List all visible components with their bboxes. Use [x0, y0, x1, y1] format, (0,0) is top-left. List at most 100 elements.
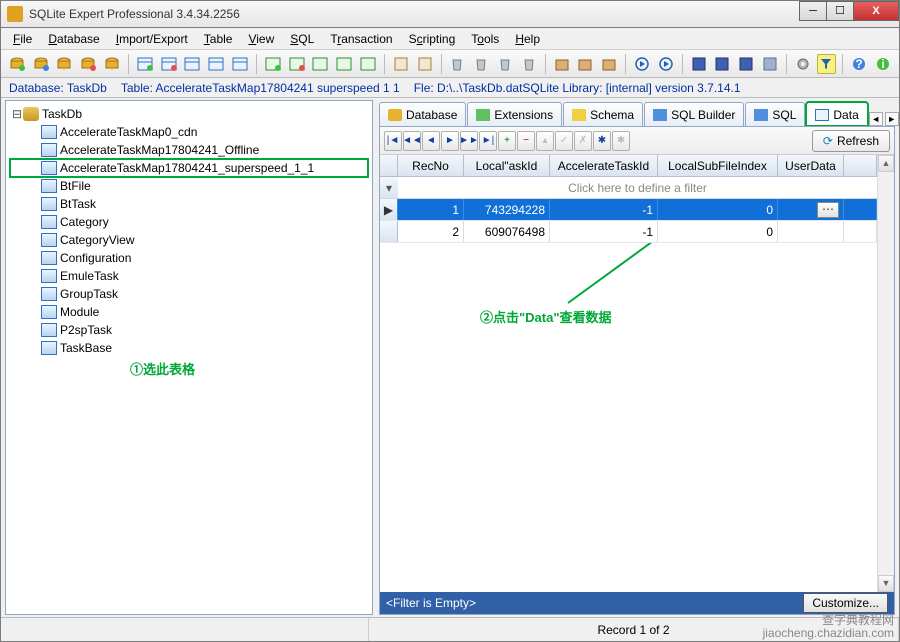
toolbar-trash3-icon[interactable] — [495, 54, 515, 74]
tree-item[interactable]: CategoryView — [10, 231, 368, 249]
toolbar-disk2-icon[interactable] — [712, 54, 732, 74]
maximize-button[interactable]: ☐ — [826, 1, 854, 21]
tab-scroll-left[interactable]: ◄ — [869, 112, 883, 126]
tree-item[interactable]: AccelerateTaskMap17804241_superspeed_1_1 — [10, 159, 368, 177]
nav-next-page[interactable]: ►► — [460, 131, 478, 151]
nav-insert[interactable]: + — [498, 131, 516, 151]
toolbar-db5-icon[interactable] — [102, 54, 122, 74]
toolbar-view3-icon[interactable] — [311, 54, 331, 74]
toolbar-misc2-icon[interactable] — [415, 54, 435, 74]
minimize-button[interactable]: ─ — [799, 1, 827, 21]
toolbar-pkg2-icon[interactable] — [575, 54, 595, 74]
data-row[interactable]: ▶ 1 743294228 -1 0 ⋯ — [380, 199, 877, 221]
nav-next[interactable]: ► — [441, 131, 459, 151]
nav-prev[interactable]: ◄ — [422, 131, 440, 151]
tab-extensions[interactable]: Extensions — [467, 102, 562, 126]
toolbar-db3-icon[interactable] — [55, 54, 75, 74]
menu-transaction[interactable]: Transaction — [322, 30, 400, 48]
nav-delete[interactable]: − — [517, 131, 535, 151]
nav-first[interactable]: |◄ — [384, 131, 402, 151]
toolbar-trash1-icon[interactable] — [447, 54, 467, 74]
toolbar-view2-icon[interactable] — [287, 54, 307, 74]
toolbar-tbl5-icon[interactable] — [230, 54, 250, 74]
toolbar-view5-icon[interactable] — [358, 54, 378, 74]
nav-post[interactable]: ✓ — [555, 131, 573, 151]
col-acceleratetaskid[interactable]: AccelerateTaskId — [550, 155, 658, 176]
col-localsubfileindex[interactable]: LocalSubFileIndex — [658, 155, 778, 176]
col-userdata[interactable]: UserData — [778, 155, 844, 176]
toolbar-pkg1-icon[interactable] — [552, 54, 572, 74]
toolbar-info-icon[interactable]: i — [873, 54, 893, 74]
tree-item[interactable]: Module — [10, 303, 368, 321]
menu-sql[interactable]: SQL — [282, 30, 322, 48]
tab-sql-builder[interactable]: SQL Builder — [644, 102, 744, 126]
toolbar-trash2-icon[interactable] — [471, 54, 491, 74]
nav-last[interactable]: ►| — [479, 131, 497, 151]
menu-file[interactable]: File — [5, 30, 40, 48]
close-button[interactable]: X — [853, 1, 899, 21]
menu-database[interactable]: Database — [40, 30, 107, 48]
toolbar-view4-icon[interactable] — [334, 54, 354, 74]
col-localtaskid[interactable]: Local"askId — [464, 155, 550, 176]
database-tree[interactable]: ⊟ TaskDb AccelerateTaskMap0_cdnAccelerat… — [6, 101, 372, 382]
scroll-up[interactable]: ▲ — [878, 155, 894, 172]
tree-item[interactable]: AccelerateTaskMap0_cdn — [10, 123, 368, 141]
toolbar-db4-icon[interactable] — [78, 54, 98, 74]
tree-item[interactable]: AccelerateTaskMap17804241_Offline — [10, 141, 368, 159]
toolbar-disk3-icon[interactable] — [736, 54, 756, 74]
tab-data[interactable]: Data — [806, 102, 867, 126]
nav-bookmark[interactable]: ✱ — [593, 131, 611, 151]
toolbar-disk1-icon[interactable] — [689, 54, 709, 74]
tree-item[interactable]: BtFile — [10, 177, 368, 195]
tree-item[interactable]: EmuleTask — [10, 267, 368, 285]
col-recno[interactable]: RecNo — [398, 155, 464, 176]
toolbar-help-icon[interactable]: ? — [849, 54, 869, 74]
tab-sql[interactable]: SQL — [745, 102, 805, 126]
menu-tools[interactable]: Tools — [463, 30, 507, 48]
toolbar-tbl3-icon[interactable] — [183, 54, 203, 74]
tree-item[interactable]: BtTask — [10, 195, 368, 213]
menu-help[interactable]: Help — [507, 30, 548, 48]
toolbar-view1-icon[interactable] — [263, 54, 283, 74]
toolbar-play2-icon[interactable] — [656, 54, 676, 74]
tab-scroll-right[interactable]: ► — [885, 112, 899, 126]
toolbar-gear-icon[interactable] — [793, 54, 813, 74]
tab-schema[interactable]: Schema — [563, 102, 643, 126]
menu-view[interactable]: View — [240, 30, 282, 48]
tree-item[interactable]: TaskBase — [10, 339, 368, 357]
toolbar-disk4-icon[interactable] — [760, 54, 780, 74]
toolbar-db2-icon[interactable] — [31, 54, 51, 74]
toolbar-tbl1-icon[interactable] — [135, 54, 155, 74]
refresh-button[interactable]: ⟳ Refresh — [812, 130, 890, 152]
toolbar-trash4-icon[interactable] — [519, 54, 539, 74]
nav-edit[interactable]: ▴ — [536, 131, 554, 151]
toolbar-db1-icon[interactable] — [7, 54, 27, 74]
toolbar-play-icon[interactable] — [632, 54, 652, 74]
menu-table[interactable]: Table — [196, 30, 241, 48]
nav-prev-page[interactable]: ◄◄ — [403, 131, 421, 151]
scroll-down[interactable]: ▼ — [878, 575, 894, 592]
toolbar-filter-icon[interactable] — [817, 54, 837, 74]
nav-cancel[interactable]: ✗ — [574, 131, 592, 151]
toolbar-pkg3-icon[interactable] — [599, 54, 619, 74]
vertical-scrollbar[interactable]: ▲ ▼ — [877, 155, 894, 592]
toolbar-tbl2-icon[interactable] — [159, 54, 179, 74]
filter-hint[interactable]: Click here to define a filter — [398, 177, 877, 198]
menu-scripting[interactable]: Scripting — [401, 30, 464, 48]
toolbar-tbl4-icon[interactable] — [206, 54, 226, 74]
collapse-icon[interactable]: ⊟ — [12, 107, 22, 121]
tree-item[interactable]: GroupTask — [10, 285, 368, 303]
tree-item[interactable]: P2spTask — [10, 321, 368, 339]
menu-import-export[interactable]: Import/Export — [108, 30, 196, 48]
customize-button[interactable]: Customize... — [803, 593, 888, 613]
data-row[interactable]: 2 609076498 -1 0 — [380, 221, 877, 243]
tree-item[interactable]: Configuration — [10, 249, 368, 267]
nav-bookmark2[interactable]: ✱ — [612, 131, 630, 151]
tree-item[interactable]: Category — [10, 213, 368, 231]
filter-icon[interactable]: ▾ — [380, 177, 398, 198]
tree-root[interactable]: ⊟ TaskDb — [10, 105, 368, 123]
filter-row[interactable]: ▾ Click here to define a filter — [380, 177, 877, 199]
tab-database[interactable]: Database — [379, 102, 466, 126]
toolbar-misc1-icon[interactable] — [391, 54, 411, 74]
cell-ellipsis-button[interactable]: ⋯ — [817, 202, 839, 218]
